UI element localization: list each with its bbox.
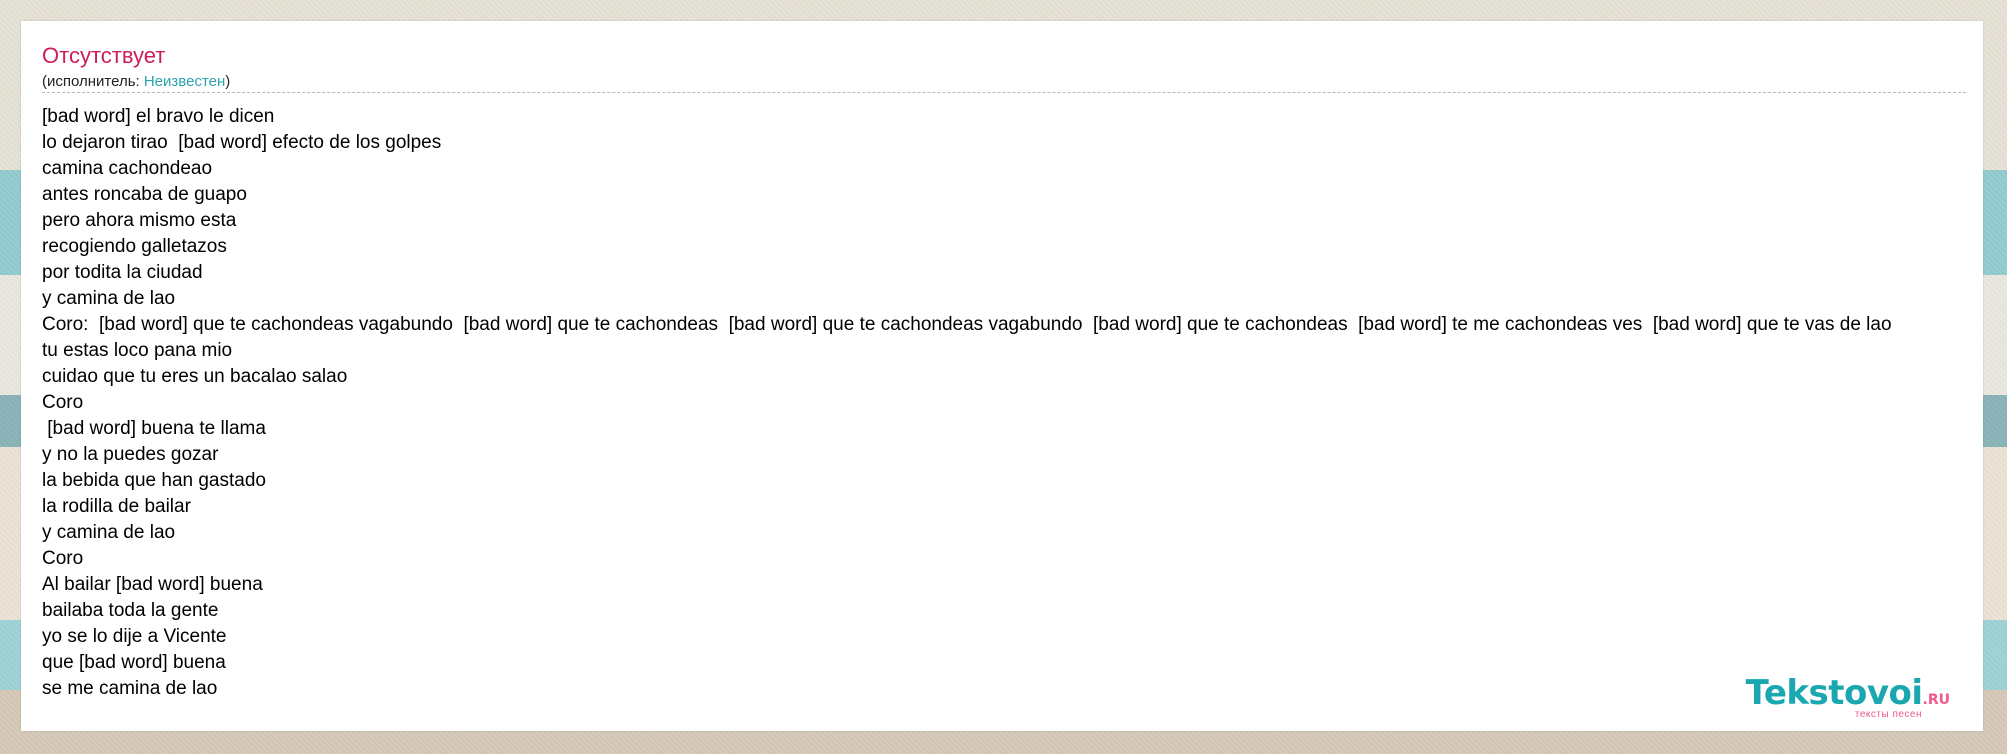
lyric-line: pero ahora mismo esta: [42, 210, 237, 231]
lyric-line: que [bad word] buena: [42, 652, 226, 673]
lyric-line: Coro: [42, 548, 84, 569]
lyric-line: y no la puedes gozar: [42, 444, 219, 465]
artist-suffix: ): [225, 73, 231, 90]
lyric-line: bailaba toda la gente: [42, 600, 219, 621]
artist-link[interactable]: Неизвестен: [144, 73, 225, 90]
logo-wordmark: Tekstovoi: [1745, 673, 1923, 713]
site-logo[interactable]: Tekstovoi.RU тексты песен: [1745, 673, 1950, 720]
lyric-line: yo se lo dije a Vicente: [42, 626, 227, 647]
lyric-line: por todita la ciudad: [42, 262, 203, 283]
lyric-line: la rodilla de bailar: [42, 496, 191, 517]
lyric-line: tu estas loco pana mio: [42, 340, 233, 361]
lyric-line: camina cachondeao: [42, 158, 213, 179]
logo-domain: .RU: [1922, 692, 1950, 708]
song-title: Отсутствует: [42, 43, 166, 68]
lyrics-card: Отсутствует (исполнитель: Неизвестен) [b…: [21, 21, 1983, 731]
lyric-line: cuidao que tu eres un bacalao salao: [42, 366, 348, 387]
lyric-line: recogiendo galletazos: [42, 236, 227, 257]
lyrics-text: [bad word] el bravo le dicen lo dejaron t…: [42, 104, 1892, 702]
lyric-line: y camina de lao: [42, 522, 176, 543]
lyric-line: Al bailar [bad word] buena: [42, 574, 263, 595]
lyric-line: se me camina de lao: [42, 678, 218, 699]
artist-prefix: (исполнитель:: [42, 73, 144, 90]
lyric-line: antes roncaba de guapo: [42, 184, 247, 205]
lyric-line: [bad word] el bravo le dicen: [42, 106, 275, 127]
artist-line: (исполнитель: Неизвестен): [42, 73, 230, 90]
logo-tagline: тексты песен: [1854, 709, 1922, 720]
lyric-line: la bebida que han gastado: [42, 470, 266, 491]
lyric-line: Coro: [bad word] que te cachondeas vagab…: [42, 314, 1892, 335]
lyric-line: Coro: [42, 392, 84, 413]
lyric-line: y camina de lao: [42, 288, 176, 309]
lyric-line: [bad word] buena te llama: [42, 418, 266, 439]
title-divider: [42, 92, 1966, 93]
lyric-line: lo dejaron tirao [bad word] efecto de lo…: [42, 132, 442, 153]
